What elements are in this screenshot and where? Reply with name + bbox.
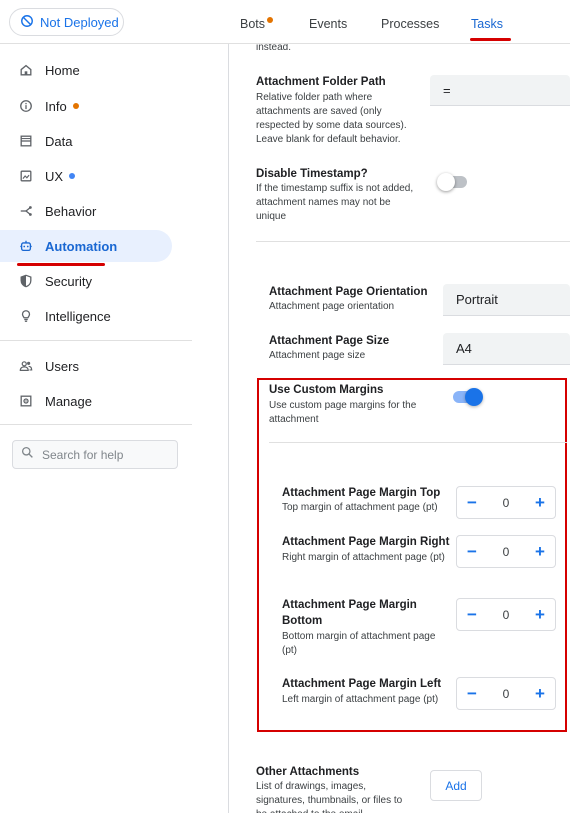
- truncated-description: instead.: [256, 44, 292, 53]
- increment-button[interactable]: +: [533, 494, 547, 511]
- tab-processes[interactable]: Processes: [381, 17, 439, 31]
- home-icon: [18, 62, 34, 78]
- custom-margins-description: Use custom page margins for the attachme…: [269, 400, 417, 425]
- sidebar-item-label: Home: [45, 62, 80, 78]
- margin-top-title: Attachment Page Margin Top: [282, 487, 441, 499]
- help-search-box[interactable]: [12, 440, 178, 469]
- margin-bottom-description: Bottom margin of attachment page (pt): [282, 631, 436, 656]
- add-attachment-button[interactable]: Add: [430, 770, 482, 801]
- info-icon: [18, 98, 34, 114]
- sidebar-item-label: Users: [45, 358, 79, 374]
- sidebar-item-label: Info: [45, 98, 67, 114]
- sidebar-item-label: Data: [45, 133, 73, 149]
- custom-margins-toggle[interactable]: [453, 388, 483, 406]
- orientation-description: Attachment page orientation: [269, 301, 395, 312]
- behavior-icon: [18, 203, 34, 219]
- not-deployed-icon: [20, 14, 34, 31]
- margin-left-title: Attachment Page Margin Left: [282, 678, 442, 690]
- increment-button[interactable]: +: [533, 543, 547, 560]
- decrement-button[interactable]: −: [465, 494, 479, 511]
- increment-button[interactable]: +: [533, 685, 547, 702]
- toggle-knob: [437, 173, 455, 191]
- disable-timestamp-title: Disable Timestamp?: [256, 168, 368, 180]
- sidebar-item-label: Manage: [45, 393, 92, 409]
- other-attachments-title: Other Attachments: [256, 766, 360, 778]
- increment-button[interactable]: +: [533, 606, 547, 623]
- orientation-select[interactable]: Portrait: [443, 284, 570, 316]
- ux-alert-dot: [69, 173, 76, 179]
- bots-alert-dot: [267, 17, 274, 23]
- sidebar: Not Deployed Home Info Data UX Behavior …: [0, 0, 192, 813]
- other-attachments-description: List of drawings, images, signatures, th…: [256, 781, 403, 813]
- sidebar-item-manage[interactable]: Manage: [0, 385, 172, 417]
- custom-margins-title: Use Custom Margins: [269, 384, 384, 396]
- sidebar-item-label: Intelligence: [45, 308, 111, 324]
- section-divider: [256, 241, 570, 242]
- folder-path-description: Relative folder path where attachments a…: [256, 92, 407, 145]
- sidebar-item-label: Automation: [45, 238, 118, 254]
- margin-left-description: Left margin of attachment page (pt): [282, 694, 439, 705]
- toggle-knob: [465, 388, 483, 406]
- decrement-button[interactable]: −: [465, 606, 479, 623]
- page-size-title: Attachment Page Size: [269, 335, 390, 347]
- page-size-select[interactable]: A4: [443, 333, 570, 365]
- decrement-button[interactable]: −: [465, 543, 479, 560]
- margin-right-stepper[interactable]: − 0 +: [456, 535, 556, 568]
- sidebar-item-behavior[interactable]: Behavior: [0, 195, 172, 227]
- stepper-value[interactable]: 0: [503, 545, 510, 559]
- sidebar-divider: [0, 424, 192, 425]
- folder-path-field[interactable]: =: [430, 75, 570, 106]
- tab-bots[interactable]: Bots: [240, 17, 274, 31]
- section-divider: [269, 442, 567, 443]
- decrement-button[interactable]: −: [465, 685, 479, 702]
- manage-icon: [18, 393, 34, 409]
- sidebar-item-label: Behavior: [45, 203, 97, 219]
- users-icon: [18, 358, 34, 374]
- sidebar-divider: [0, 340, 192, 341]
- lightbulb-icon: [18, 308, 34, 324]
- margin-bottom-title: Attachment Page Margin Bottom: [282, 599, 417, 627]
- task-settings-panel: instead. Attachment Folder Path Relative…: [229, 44, 570, 813]
- sidebar-item-ux[interactable]: UX: [0, 160, 172, 192]
- automation-icon: [18, 238, 34, 254]
- disable-timestamp-toggle[interactable]: [437, 173, 467, 191]
- disable-timestamp-description: If the timestamp suffix is not added, at…: [256, 183, 414, 222]
- top-tabs: Bots Events Processes Tasks: [192, 0, 570, 44]
- tab-events[interactable]: Events: [309, 17, 347, 31]
- ux-icon: [18, 168, 34, 184]
- search-icon: [21, 446, 34, 464]
- sidebar-item-users[interactable]: Users: [0, 350, 172, 382]
- tasks-highlight-underline: [470, 38, 511, 41]
- orientation-title: Attachment Page Orientation: [269, 286, 428, 298]
- margin-top-stepper[interactable]: − 0 +: [456, 486, 556, 519]
- shield-icon: [18, 273, 34, 289]
- margin-left-stepper[interactable]: − 0 +: [456, 677, 556, 710]
- sidebar-item-label: Security: [45, 273, 92, 289]
- sidebar-item-label: UX: [45, 168, 64, 184]
- margin-right-title: Attachment Page Margin Right: [282, 536, 450, 548]
- margin-top-description: Top margin of attachment page (pt): [282, 502, 438, 513]
- sidebar-item-automation[interactable]: Automation: [0, 230, 172, 262]
- stepper-value[interactable]: 0: [503, 687, 510, 701]
- sidebar-item-data[interactable]: Data: [0, 125, 172, 157]
- sidebar-divider: [0, 43, 192, 44]
- margin-right-description: Right margin of attachment page (pt): [282, 552, 445, 563]
- search-input[interactable]: [42, 447, 172, 462]
- stepper-value[interactable]: 0: [503, 608, 510, 622]
- stepper-value[interactable]: 0: [503, 496, 510, 510]
- sidebar-item-home[interactable]: Home: [0, 54, 172, 86]
- sidebar-item-intelligence[interactable]: Intelligence: [0, 300, 172, 332]
- page-size-description: Attachment page size: [269, 350, 366, 361]
- deploy-status-label: Not Deployed: [40, 14, 119, 30]
- tab-tasks[interactable]: Tasks: [471, 17, 503, 31]
- sidebar-item-security[interactable]: Security: [0, 265, 172, 297]
- margin-bottom-stepper[interactable]: − 0 +: [456, 598, 556, 631]
- data-icon: [18, 133, 34, 149]
- sidebar-item-info[interactable]: Info: [0, 90, 172, 122]
- deploy-status-chip[interactable]: Not Deployed: [9, 8, 124, 36]
- info-alert-dot: [72, 103, 79, 109]
- folder-path-title: Attachment Folder Path: [256, 76, 386, 88]
